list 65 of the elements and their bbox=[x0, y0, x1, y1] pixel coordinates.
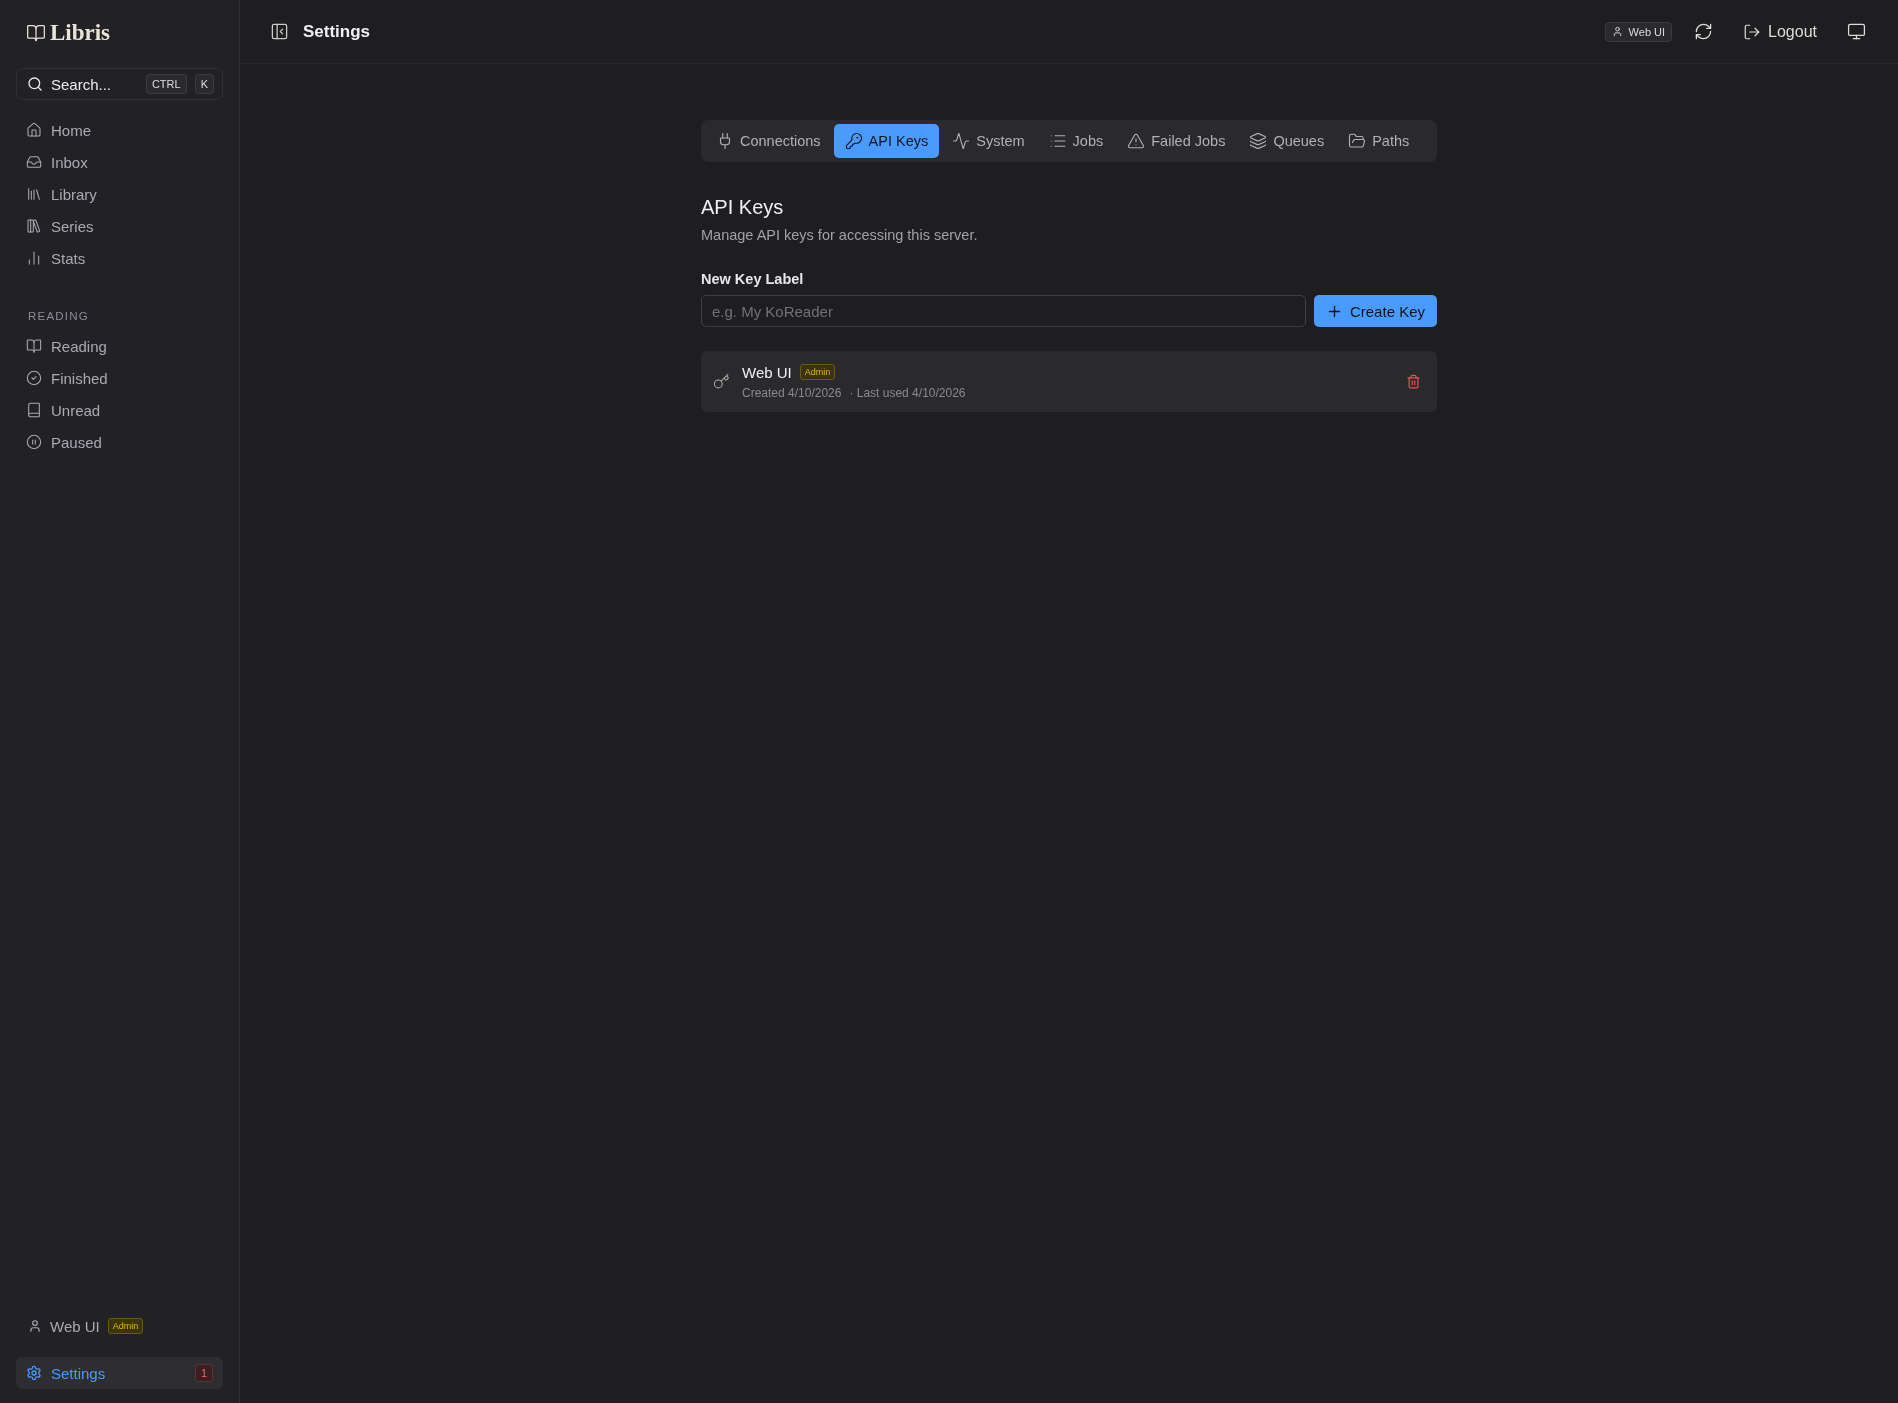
nav-item[interactable]: Paused bbox=[16, 426, 223, 458]
home-icon bbox=[26, 122, 42, 138]
key-icon bbox=[713, 373, 730, 390]
trash-icon bbox=[1406, 374, 1421, 389]
list-icon bbox=[1048, 132, 1067, 150]
book-icon bbox=[26, 23, 46, 43]
layers-icon bbox=[1249, 132, 1268, 150]
role-badge: Admin bbox=[799, 364, 836, 380]
section-title: API Keys bbox=[701, 196, 785, 219]
tab[interactable]: Jobs bbox=[1037, 124, 1115, 158]
role-badge: Admin bbox=[107, 1318, 144, 1334]
delete-button[interactable] bbox=[1404, 372, 1423, 391]
tab[interactable]: API Keys bbox=[833, 124, 940, 158]
user-icon bbox=[1611, 26, 1623, 37]
check-circle-icon bbox=[26, 370, 42, 386]
folder-icon bbox=[1348, 132, 1367, 150]
nav-item[interactable]: Unread bbox=[16, 394, 223, 426]
key-label-input[interactable]: e.g. My KoReader bbox=[701, 295, 1306, 327]
tab[interactable]: Connections bbox=[705, 124, 832, 158]
logout-icon bbox=[1743, 22, 1762, 41]
create-key-button[interactable]: Create Key bbox=[1313, 295, 1437, 327]
monitor-icon bbox=[1847, 22, 1866, 41]
pulse-icon bbox=[952, 132, 971, 150]
nav-item[interactable]: Inbox bbox=[16, 146, 223, 178]
search-field[interactable]: Search... CTRL K bbox=[16, 68, 223, 100]
book-stack-icon bbox=[26, 218, 42, 234]
user-icon bbox=[28, 1319, 42, 1333]
key-icon bbox=[844, 132, 863, 150]
last-used-date: · Last used 4/10/2026 bbox=[849, 385, 966, 400]
open-book-icon bbox=[26, 338, 42, 354]
warning-icon bbox=[1127, 132, 1146, 150]
book-icon bbox=[26, 402, 42, 418]
tab[interactable]: System bbox=[941, 124, 1036, 158]
settings-nav-item[interactable]: Settings 1 bbox=[16, 1357, 223, 1389]
nav-item[interactable]: Series bbox=[16, 210, 223, 242]
settings-icon bbox=[26, 1365, 42, 1381]
count-badge: 1 bbox=[194, 1364, 213, 1382]
sidebar-toggle-icon[interactable] bbox=[270, 22, 289, 41]
refresh-icon bbox=[1694, 22, 1714, 41]
logo-text: Libris bbox=[50, 20, 111, 46]
tab[interactable]: Paths bbox=[1337, 124, 1421, 158]
user-name: Web UI bbox=[50, 1317, 100, 1335]
tab[interactable]: Queues bbox=[1238, 124, 1336, 158]
page-title: Settings bbox=[303, 21, 372, 42]
nav-item[interactable]: Home bbox=[16, 114, 223, 146]
section-description: Manage API keys for accessing this server. bbox=[701, 227, 979, 243]
inbox-icon bbox=[26, 154, 42, 170]
nav-item[interactable]: Stats bbox=[16, 242, 223, 274]
nav-item[interactable]: Finished bbox=[16, 362, 223, 394]
search-placeholder: Search... bbox=[51, 75, 113, 93]
bar-chart-icon bbox=[26, 250, 42, 266]
created-date: Created 4/10/2026 bbox=[742, 385, 842, 400]
field-label: New Key Label bbox=[701, 271, 805, 287]
key-name: Web UI bbox=[742, 363, 792, 381]
nav-item[interactable]: Library bbox=[16, 178, 223, 210]
books-icon bbox=[26, 186, 42, 202]
section-heading: READING bbox=[27, 310, 90, 322]
search-icon bbox=[27, 76, 43, 92]
key-hint: CTRL bbox=[145, 74, 187, 94]
nav-item[interactable]: Reading bbox=[16, 330, 223, 362]
pause-icon bbox=[26, 434, 42, 450]
tab[interactable]: Failed Jobs bbox=[1116, 124, 1237, 158]
logout-button[interactable]: Logout bbox=[1735, 18, 1825, 45]
key-hint: K bbox=[194, 74, 214, 94]
user-chip: Web UI bbox=[1604, 21, 1673, 42]
